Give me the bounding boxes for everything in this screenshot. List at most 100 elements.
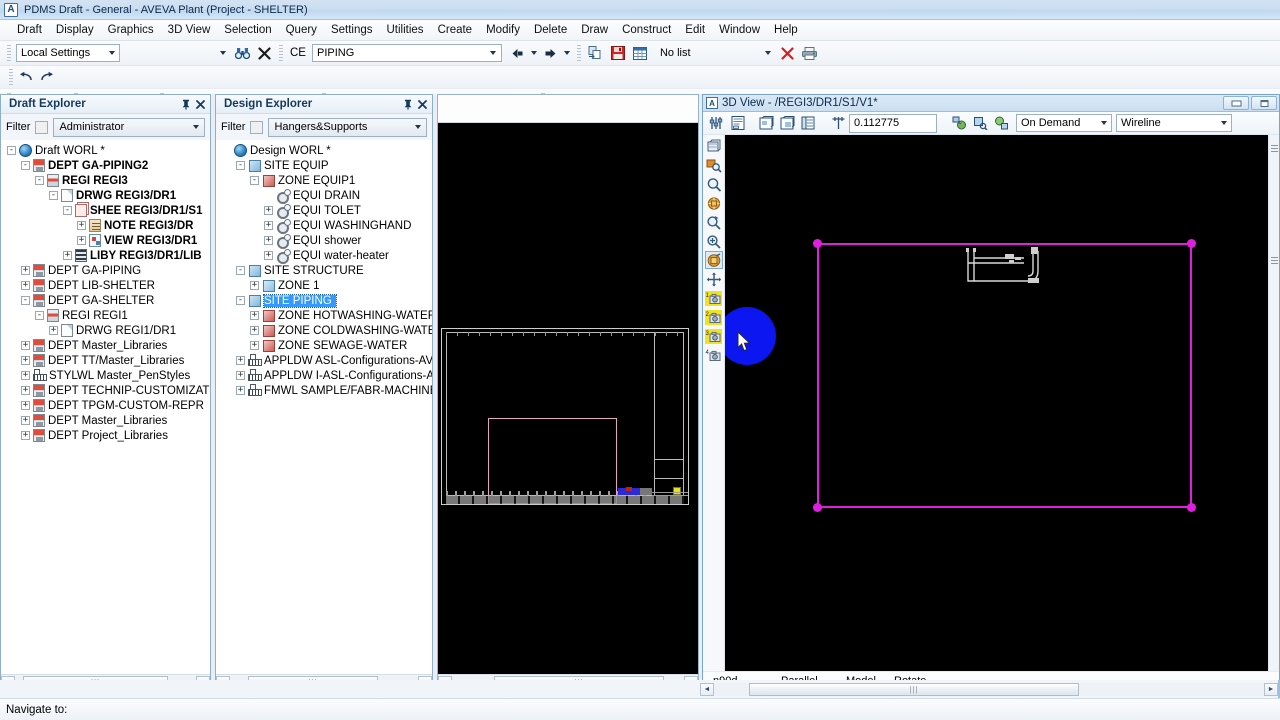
globe-box-icon[interactable] xyxy=(991,113,1011,133)
selection-handle-br[interactable] xyxy=(1187,503,1196,512)
selection-handle-tr[interactable] xyxy=(1187,239,1196,248)
tree-node[interactable]: + EQUI WASHINGHAND xyxy=(218,218,432,234)
tree-node[interactable]: - Draft WORL * xyxy=(3,143,210,158)
cancel-icon[interactable] xyxy=(254,43,274,63)
view-cube-icon[interactable] xyxy=(705,137,723,155)
scroll-right-icon[interactable]: ► xyxy=(1264,682,1278,696)
view3d-hscrollbar[interactable]: ◄ ||| ► xyxy=(0,680,1280,698)
view3-camera-icon[interactable]: 3 xyxy=(705,327,723,345)
expand-icon[interactable]: + xyxy=(21,386,30,395)
collapse-icon[interactable]: - xyxy=(7,146,16,155)
expand-icon[interactable]: + xyxy=(264,251,273,260)
view4-camera-icon[interactable]: 4 xyxy=(705,346,723,364)
view2-camera-icon[interactable]: 2 xyxy=(705,308,723,326)
draft-filter-checkbox[interactable] xyxy=(35,120,49,134)
nav-forward-dropdown-icon[interactable] xyxy=(563,43,572,63)
tree-node[interactable]: + VIEW REGI3/DR1 xyxy=(3,233,210,248)
draft-explorer-tree[interactable]: - Draft WORL * - DEPT GA-PIPING2- REGI REGI3… xyxy=(1,140,210,674)
menu-item-utilities[interactable]: Utilities xyxy=(380,22,431,38)
menu-item-delete[interactable]: Delete xyxy=(527,22,574,38)
tree-node[interactable]: EQUI DRAIN xyxy=(218,188,432,204)
3d-view-vscrollbar[interactable] xyxy=(1268,135,1279,671)
selection-handle-tl[interactable] xyxy=(813,239,822,248)
tree-node[interactable]: + ZONE COLDWASHING-WATER xyxy=(218,323,432,338)
collapse-icon[interactable]: - xyxy=(35,176,44,185)
undo-icon[interactable] xyxy=(16,67,36,87)
tree-node[interactable]: + DEPT Master_Libraries xyxy=(3,338,210,353)
expand-icon[interactable]: + xyxy=(264,236,273,245)
view-box1-icon[interactable] xyxy=(756,113,776,133)
update-mode-combo[interactable]: On Demand xyxy=(1016,114,1112,132)
tree-node[interactable]: + STYLWL Master_PenStyles xyxy=(3,368,210,383)
menu-item-3d-view[interactable]: 3D View xyxy=(161,22,218,38)
design-filter-checkbox[interactable] xyxy=(250,120,264,134)
menu-item-modify[interactable]: Modify xyxy=(479,22,527,38)
menu-item-display[interactable]: Display xyxy=(49,22,101,38)
close-icon[interactable] xyxy=(193,97,207,111)
expand-icon[interactable]: + xyxy=(250,341,259,350)
tree-node[interactable]: - REGI REGI1 xyxy=(3,308,210,323)
view-box2-icon[interactable] xyxy=(777,113,797,133)
tree-node[interactable]: + ZONE 1 xyxy=(218,278,432,293)
collapse-icon[interactable]: - xyxy=(21,296,30,305)
drawing-canvas[interactable] xyxy=(438,123,698,674)
minimize-icon[interactable] xyxy=(1223,96,1249,110)
expand-icon[interactable]: + xyxy=(236,386,245,395)
scroll-left-icon[interactable]: ◄ xyxy=(700,682,714,696)
expand-icon[interactable]: + xyxy=(21,341,30,350)
toolbar-grip-2[interactable] xyxy=(279,44,283,62)
properties-icon[interactable] xyxy=(728,113,748,133)
tree-node[interactable]: + LIBY REGI3/DR1/LIB xyxy=(3,248,210,263)
pan-icon[interactable] xyxy=(705,270,723,288)
tree-node[interactable]: - DEPT GA-SHELTER xyxy=(3,293,210,308)
copy-to-icon[interactable] xyxy=(586,43,606,63)
tree-node[interactable]: + APPLDW I-ASL-Configurations-AVEV xyxy=(218,368,432,383)
expand-icon[interactable]: + xyxy=(63,251,72,260)
collapse-icon[interactable]: - xyxy=(236,296,245,305)
zoom-box-icon[interactable] xyxy=(970,113,990,133)
tree-node[interactable]: + DEPT TPGM-CUSTOM-REPR xyxy=(3,398,210,413)
walk-icon[interactable] xyxy=(705,194,723,212)
expand-icon[interactable]: + xyxy=(77,221,86,230)
tree-node[interactable]: + DEPT TECHNIP-CUSTOMIZATIO xyxy=(3,383,210,398)
render-mode-combo[interactable]: Wireline xyxy=(1116,114,1232,132)
tree-node[interactable]: + DEPT TT/Master_Libraries xyxy=(3,353,210,368)
printer-icon[interactable] xyxy=(800,43,820,63)
nav-back-button[interactable] xyxy=(508,43,528,63)
view-list-icon[interactable] xyxy=(798,113,818,133)
collapse-icon[interactable]: - xyxy=(236,161,245,170)
tree-node[interactable]: + EQUI shower xyxy=(218,233,432,249)
tree-node[interactable]: + APPLDW ASL-Configurations-AVEVA xyxy=(218,353,432,368)
menu-item-create[interactable]: Create xyxy=(431,22,480,38)
tree-node[interactable]: - ZONE EQUIP1 xyxy=(218,173,432,188)
menu-item-help[interactable]: Help xyxy=(767,22,805,38)
toolbar-grip[interactable] xyxy=(7,44,11,62)
expand-icon[interactable]: + xyxy=(250,281,259,290)
collapse-icon[interactable]: - xyxy=(250,176,259,185)
pin-icon[interactable] xyxy=(401,97,415,111)
tree-node[interactable]: - SITE PIPING xyxy=(218,293,432,308)
list-combo[interactable]: No list xyxy=(656,44,776,62)
ce-combo[interactable]: PIPING xyxy=(311,44,502,62)
zoom-window-icon[interactable] xyxy=(705,156,723,174)
expand-icon[interactable]: + xyxy=(77,236,86,245)
pin-icon[interactable] xyxy=(179,97,193,111)
expand-icon[interactable]: + xyxy=(264,206,273,215)
menu-item-query[interactable]: Query xyxy=(279,22,324,38)
menu-item-edit[interactable]: Edit xyxy=(678,22,712,38)
toolbar-grip-3[interactable] xyxy=(576,44,581,62)
expand-icon[interactable]: + xyxy=(21,356,30,365)
menu-item-selection[interactable]: Selection xyxy=(217,22,278,38)
expand-icon[interactable]: + xyxy=(250,311,259,320)
tree-node[interactable]: + DEPT Master_Libraries xyxy=(3,413,210,428)
filter-combo[interactable] xyxy=(124,44,230,62)
limits-icon[interactable] xyxy=(707,113,727,133)
tree-node[interactable]: + ZONE HOTWASHING-WATER xyxy=(218,308,432,323)
view1-camera-icon[interactable]: 1 xyxy=(705,289,723,307)
collapse-icon[interactable]: - xyxy=(236,266,245,275)
collapse-icon[interactable]: - xyxy=(49,191,58,200)
maximize-icon[interactable] xyxy=(1251,96,1277,110)
menu-item-window[interactable]: Window xyxy=(712,22,767,38)
menu-item-draft[interactable]: Draft xyxy=(10,22,49,38)
tree-node[interactable]: - SITE STRUCTURE xyxy=(218,263,432,278)
